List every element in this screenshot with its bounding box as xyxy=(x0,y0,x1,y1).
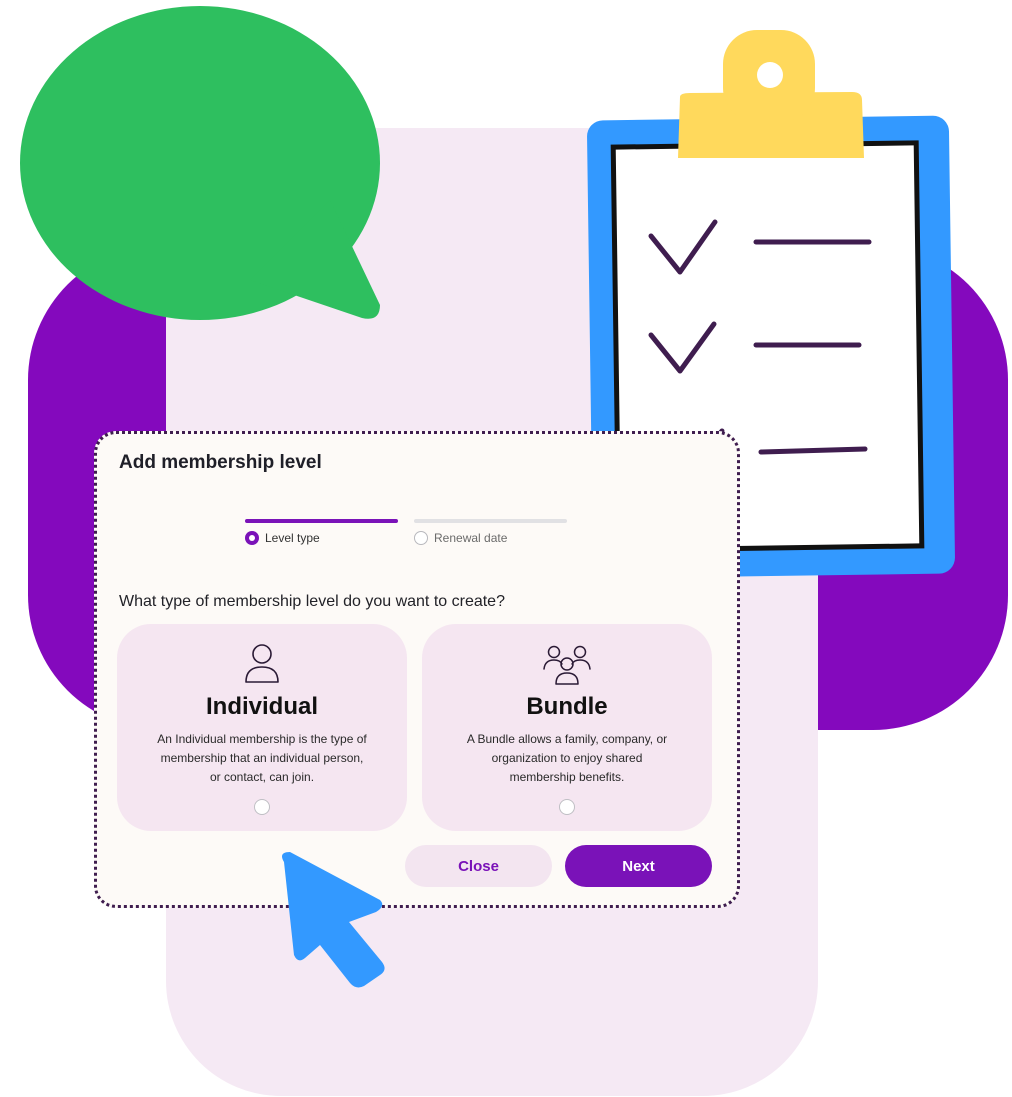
pointer-cursor-icon xyxy=(282,852,385,988)
